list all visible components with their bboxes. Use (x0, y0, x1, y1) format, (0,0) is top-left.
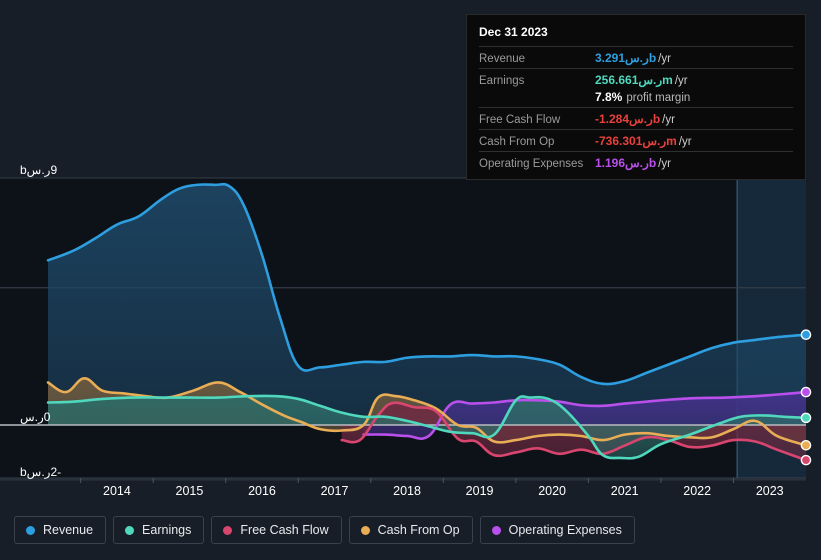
legend-item-operating-expenses[interactable]: Operating Expenses (479, 516, 635, 544)
tooltip-row: Free Cash Flow -1.284ر.سb/yr (479, 107, 793, 129)
tooltip-row: Earnings 256.661ر.سm/yr (479, 68, 793, 90)
tooltip-row-suffix: /yr (658, 53, 671, 65)
legend-item-free-cash-flow[interactable]: Free Cash Flow (211, 516, 342, 544)
x-axis-label: 2019 (465, 484, 494, 498)
tooltip-row-value: 1.196ر.سb (595, 156, 657, 170)
x-axis-label: 2020 (538, 484, 567, 498)
tooltip-date: Dec 31 2023 (479, 25, 548, 39)
legend-item-cash-from-op[interactable]: Cash From Op (348, 516, 473, 544)
tooltip-row-suffix: /yr (658, 158, 671, 170)
legend-item-label: Earnings (142, 523, 192, 537)
tooltip-row-label: Operating Expenses (479, 158, 584, 170)
endpoint-dot-free-cash-flow[interactable] (800, 454, 812, 466)
legend-color-dot (223, 525, 233, 535)
legend-item-revenue[interactable]: Revenue (14, 516, 107, 544)
tooltip-row-value-wrap: -1.284ر.سb/yr (595, 112, 675, 126)
tooltip-row-value-wrap: -736.301ر.سm/yr (595, 134, 692, 148)
tooltip-row-value-wrap: 1.196ر.سb/yr (595, 156, 671, 170)
tooltip-row-value: 7.8% (595, 90, 623, 104)
chart-legend[interactable]: Revenue Earnings Free Cash Flow Cash From O… (14, 516, 635, 544)
legend-color-dot (491, 525, 501, 535)
tooltip-row: 7.8% profit margin (479, 90, 793, 107)
y-axis-label: 9ر.سb (20, 163, 58, 177)
x-axis-label: 2018 (393, 484, 421, 498)
legend-item-label: Operating Expenses (508, 523, 622, 537)
legend-color-dot (26, 525, 35, 535)
x-axis-label: 2021 (610, 484, 639, 498)
tooltip-row-label: Earnings (479, 75, 525, 87)
tooltip-rows: Revenue 3.291ر.سb/yr Earnings 256.661ر.سm/y… (479, 46, 793, 173)
tooltip-row-label: Revenue (479, 53, 526, 65)
legend-color-dot (125, 525, 135, 535)
legend-item-label: Free Cash Flow (240, 523, 329, 537)
tooltip-row-suffix: /yr (678, 136, 692, 148)
tooltip-row-value-wrap: 7.8% profit margin (595, 90, 690, 104)
tooltip-row-value: -736.301ر.سm (595, 134, 677, 148)
endpoint-dot-earnings[interactable] (800, 412, 812, 424)
x-axis-label: 2023 (755, 484, 784, 498)
x-axis-label: 2015 (175, 484, 204, 498)
legend-color-dot (360, 525, 370, 535)
tooltip-row-value-wrap: 256.661ر.سm/yr (595, 73, 688, 87)
financial-chart-page: 9ر.سb 0ر.س -2ر.سb 2014 2015 2016 2017 2018 2019… (0, 0, 821, 560)
tooltip-row-value: -1.284ر.سb (595, 112, 661, 126)
tooltip-row-subtext: profit margin (626, 92, 691, 104)
x-axis-label: 2014 (103, 484, 131, 498)
x-axis-label: 2016 (248, 484, 276, 498)
tooltip-row-label: Free Cash Flow (479, 114, 561, 126)
tooltip-row: Revenue 3.291ر.سb/yr (479, 46, 793, 68)
legend-item-label: Cash From Op (377, 523, 460, 537)
y-axis-label: -2ر.سb (20, 464, 62, 479)
endpoint-dot-operating-expenses[interactable] (800, 386, 812, 398)
endpoint-dot-revenue[interactable] (800, 329, 812, 341)
legend-item-earnings[interactable]: Earnings (113, 516, 205, 544)
tooltip-row-suffix: /yr (662, 114, 675, 126)
data-tooltip: Dec 31 2023 Revenue 3.291ر.سb/yr Earnings 2… (466, 14, 806, 180)
x-axis-label: 2017 (320, 484, 349, 498)
x-axis-label: 2022 (683, 484, 712, 498)
tooltip-row: Cash From Op -736.301ر.سm/yr (479, 129, 793, 151)
tooltip-row-suffix: /yr (674, 75, 688, 87)
tooltip-row-value: 256.661ر.سm (595, 73, 673, 87)
tooltip-row-label: Cash From Op (479, 136, 555, 148)
legend-item-label: Revenue (43, 523, 94, 537)
tooltip-row: Operating Expenses 1.196ر.سb/yr (479, 151, 793, 173)
y-axis-label: 0ر.س (20, 410, 51, 424)
endpoint-dot-cash-from-op[interactable] (800, 440, 812, 451)
tooltip-row-value-wrap: 3.291ر.سb/yr (595, 51, 671, 65)
tooltip-row-value: 3.291ر.سb (595, 51, 657, 65)
